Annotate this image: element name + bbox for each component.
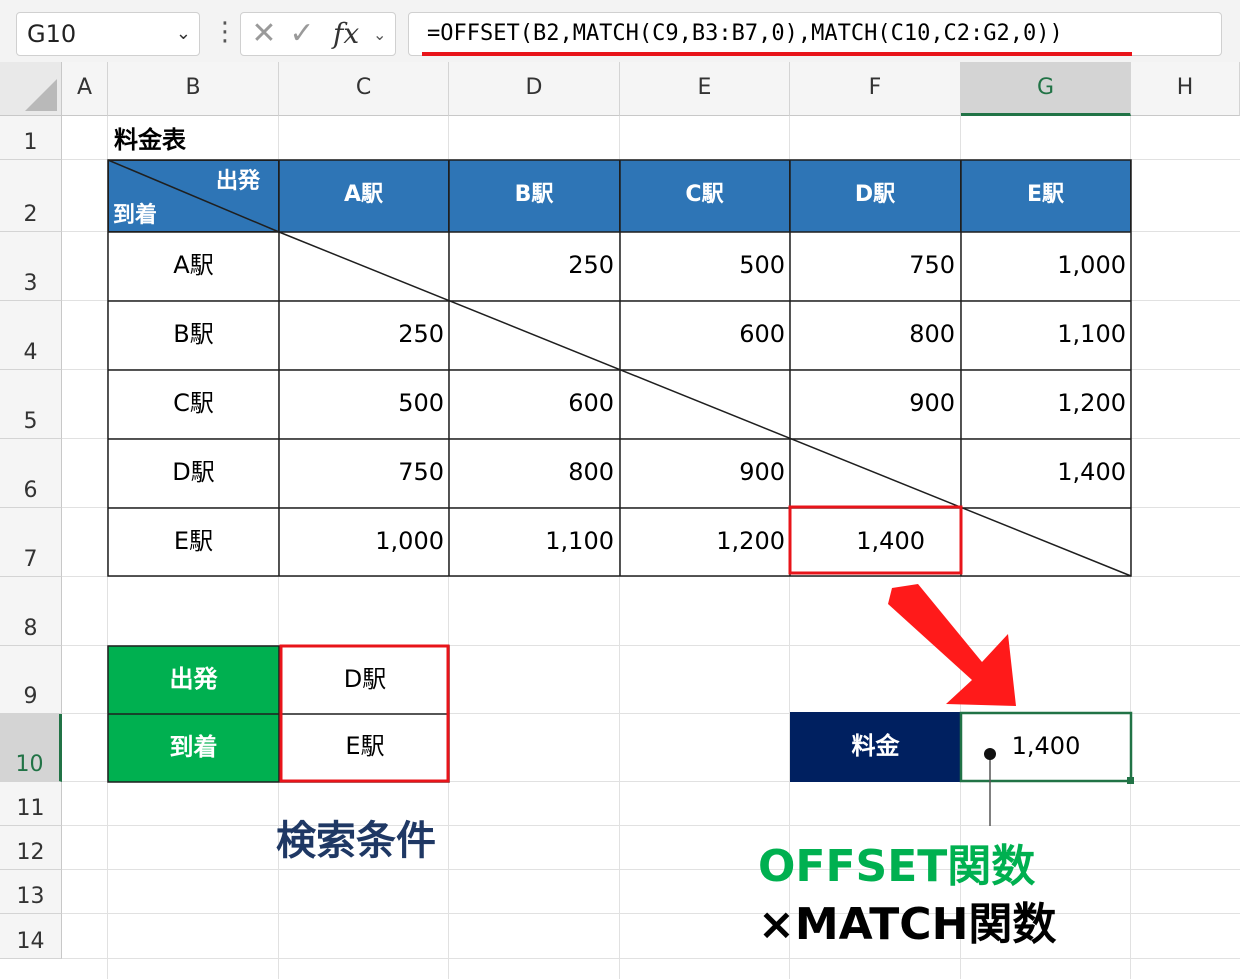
station-header-c[interactable]: C駅: [620, 160, 790, 232]
fare-cell[interactable]: 750: [790, 232, 961, 301]
select-all-icon: [25, 79, 57, 111]
row-header-8[interactable]: 8: [0, 577, 62, 646]
departure-value-cell[interactable]: D駅: [282, 646, 448, 714]
arrival-label-cell[interactable]: 到着: [108, 714, 279, 782]
fare-cell[interactable]: 750: [279, 439, 450, 508]
fare-cell[interactable]: 500: [620, 232, 791, 301]
row-header-3[interactable]: 3: [0, 232, 62, 301]
fare-cell[interactable]: 1,400: [961, 439, 1132, 508]
fare-cell[interactable]: 600: [449, 370, 620, 439]
fare-result-cell[interactable]: 1,400: [961, 712, 1131, 782]
formula-underline: [422, 52, 1132, 56]
search-conditions-label: 検索条件: [276, 818, 436, 864]
fare-cell[interactable]: 1,000: [279, 508, 450, 577]
row-header-13[interactable]: 13: [0, 870, 62, 914]
fare-cell[interactable]: 250: [449, 232, 620, 301]
row-label-b[interactable]: B駅: [108, 301, 279, 370]
row-header-6[interactable]: 6: [0, 439, 62, 508]
more-options-icon[interactable]: ⋮: [212, 14, 238, 54]
fare-cell-highlighted[interactable]: 1,400: [790, 508, 961, 577]
fare-cell[interactable]: 600: [620, 301, 791, 370]
row-header-2[interactable]: 2: [0, 160, 62, 232]
formula-input[interactable]: =OFFSET(B2,MATCH(C9,B3:B7,0),MATCH(C10,C…: [408, 12, 1222, 56]
offset-function-label: OFFSET関数: [758, 841, 1036, 892]
station-header-b[interactable]: B駅: [449, 160, 620, 232]
row-label-c[interactable]: C駅: [108, 370, 279, 439]
column-header-b[interactable]: B: [108, 62, 279, 116]
row-header-7[interactable]: 7: [0, 508, 62, 577]
name-box-value: G10: [27, 20, 77, 48]
corner-header-cell[interactable]: 出発 到着: [108, 160, 279, 232]
column-header-g[interactable]: G: [961, 62, 1131, 116]
row-header-10[interactable]: 10: [0, 714, 62, 782]
station-header-e[interactable]: E駅: [961, 160, 1131, 232]
column-header-h[interactable]: H: [1131, 62, 1240, 116]
row-header-12[interactable]: 12: [0, 826, 62, 870]
departure-label-cell[interactable]: 出発: [108, 646, 279, 714]
formula-text: =OFFSET(B2,MATCH(C9,B3:B7,0),MATCH(C10,C…: [427, 21, 1063, 46]
select-all-button[interactable]: [0, 62, 62, 116]
row-header-5[interactable]: 5: [0, 370, 62, 439]
station-header-d[interactable]: D駅: [790, 160, 961, 232]
fare-cell[interactable]: 250: [279, 301, 450, 370]
match-function-label: ×MATCH関数: [758, 899, 1057, 950]
column-header-e[interactable]: E: [620, 62, 790, 116]
corner-departure-label: 出発: [215, 169, 260, 194]
station-header-a[interactable]: A駅: [279, 160, 449, 232]
corner-arrival-label: 到着: [113, 203, 158, 228]
enter-icon[interactable]: ✓: [287, 15, 317, 55]
row-label-d[interactable]: D駅: [108, 439, 279, 508]
column-header-c[interactable]: C: [279, 62, 449, 116]
fare-cell[interactable]: 1,200: [961, 370, 1132, 439]
row-header-11[interactable]: 11: [0, 782, 62, 826]
fare-cell[interactable]: 800: [790, 301, 961, 370]
row-header-14[interactable]: 14: [0, 914, 62, 959]
fare-cell[interactable]: 1,100: [961, 301, 1132, 370]
column-header-a[interactable]: A: [62, 62, 108, 116]
fare-cell[interactable]: [279, 232, 450, 301]
fare-cell[interactable]: 500: [279, 370, 450, 439]
fare-cell[interactable]: 1,000: [961, 232, 1132, 301]
fare-cell[interactable]: 1,200: [620, 508, 791, 577]
insert-function-icon[interactable]: fx: [333, 15, 377, 55]
fare-cell[interactable]: 1,100: [449, 508, 620, 577]
chevron-down-icon[interactable]: ⌄: [373, 15, 393, 55]
fare-cell[interactable]: 900: [620, 439, 791, 508]
sheet-title[interactable]: 料金表: [114, 120, 186, 156]
fare-cell[interactable]: [961, 508, 1132, 577]
row-header-4[interactable]: 4: [0, 301, 62, 370]
arrival-value-cell[interactable]: E駅: [282, 714, 448, 780]
chevron-down-icon[interactable]: ⌄: [176, 13, 191, 55]
name-box[interactable]: G10 ⌄: [16, 12, 200, 56]
fare-label-cell[interactable]: 料金: [790, 712, 961, 782]
column-header-f[interactable]: F: [790, 62, 961, 116]
fare-cell[interactable]: [620, 370, 791, 439]
fare-cell[interactable]: 800: [449, 439, 620, 508]
row-header-9[interactable]: 9: [0, 646, 62, 714]
row-label-a[interactable]: A駅: [108, 232, 279, 301]
fare-cell[interactable]: [449, 301, 620, 370]
fare-cell[interactable]: [790, 439, 961, 508]
row-label-e[interactable]: E駅: [108, 508, 279, 577]
cancel-icon[interactable]: ✕: [249, 15, 279, 55]
formula-buttons: ✕ ✓ fx ⌄: [240, 12, 396, 56]
fare-cell[interactable]: 900: [790, 370, 961, 439]
row-header-1[interactable]: 1: [0, 116, 62, 160]
column-header-d[interactable]: D: [449, 62, 620, 116]
